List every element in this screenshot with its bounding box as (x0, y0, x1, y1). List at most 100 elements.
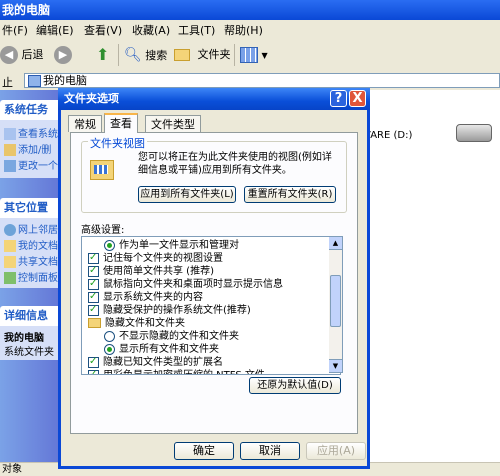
advanced-setting-row[interactable]: 鼠标指向文件夹和桌面项时显示提示信息 (88, 277, 283, 291)
apply-to-all-folders-button[interactable]: 应用到所有文件夹(L) (138, 186, 236, 203)
place-shared-documents[interactable]: 共享文档 (4, 253, 58, 268)
address-label: 止 (2, 76, 13, 89)
back-arrow-icon: ◀ (0, 46, 18, 64)
tab-view[interactable]: 查看 (104, 113, 138, 133)
task-label: 添加/删 (18, 145, 52, 156)
drive-icon[interactable] (456, 124, 492, 142)
advanced-setting-label: 隐藏文件和文件夹 (105, 318, 185, 329)
back-button[interactable]: ◀ 后退 (0, 44, 44, 66)
window-titlebar: 我的电脑 (0, 0, 500, 20)
tab-file-types[interactable]: 文件类型 (145, 115, 201, 132)
advanced-setting-row[interactable]: 记住每个文件夹的视图设置 (88, 251, 223, 265)
menu-bar: 件(F) 编辑(E) 查看(V) 收藏(A) 工具(T) 帮助(H) (0, 20, 500, 39)
scroll-up-icon[interactable]: ▲ (329, 237, 342, 250)
dialog-titlebar: 文件夹选项 ? X (58, 88, 370, 110)
place-label: 我的文档 (18, 241, 58, 252)
advanced-setting-row[interactable]: 隐藏文件和文件夹 (88, 317, 185, 330)
restore-defaults-button[interactable]: 还原为默认值(D) (249, 377, 341, 394)
tab-general[interactable]: 常规 (68, 115, 102, 132)
view-tab-panel: 文件夹视图 您可以将正在为此文件夹使用的视图(例如详细信息或平铺)应用到所有文件… (70, 132, 358, 434)
folder-views-group: 文件夹视图 您可以将正在为此文件夹使用的视图(例如详细信息或平铺)应用到所有文件… (81, 135, 347, 213)
task-label: 更改一个 (18, 161, 58, 172)
system-tasks-header[interactable]: 系统任务 (0, 100, 62, 120)
ok-button[interactable]: 确定 (174, 442, 234, 460)
details-desc: 系统文件夹 (4, 347, 54, 358)
toolbar: ◀ 后退 ▶ ⬆ 🔍︎ 搜索 文件夹 ▼ (0, 38, 500, 73)
advanced-setting-label: 使用简单文件共享 (推荐) (103, 266, 214, 277)
advanced-setting-row[interactable]: 不显示隐藏的文件和文件夹 (104, 330, 239, 343)
task-view-system[interactable]: 查看系统 (4, 125, 58, 140)
close-button[interactable]: X (349, 90, 366, 107)
search-icon: 🔍︎ (124, 47, 142, 63)
advanced-setting-row[interactable]: 显示系统文件夹的内容 (88, 290, 203, 304)
help-button[interactable]: ? (330, 90, 347, 107)
search-button[interactable]: 🔍︎ 搜索 (124, 44, 167, 66)
advanced-setting-row[interactable]: 隐藏受保护的操作系统文件(推荐) (88, 303, 251, 317)
forward-button[interactable]: ▶ (54, 44, 72, 66)
up-button[interactable]: ⬆ (96, 44, 109, 66)
search-label: 搜索 (145, 49, 168, 62)
task-change-setting[interactable]: 更改一个 (4, 157, 58, 172)
add-remove-icon (4, 144, 16, 156)
advanced-settings-list: 作为单一文件显示和管理对记住每个文件夹的视图设置使用简单文件共享 (推荐) 鼠标指… (81, 236, 341, 375)
up-folder-icon: ⬆ (96, 45, 110, 64)
menu-file[interactable]: 件(F) (2, 22, 28, 38)
menu-help[interactable]: 帮助(H) (224, 22, 263, 38)
advanced-setting-label: 鼠标指向文件夹和桌面项时显示提示信息 (103, 279, 283, 290)
apply-button[interactable]: 应用(A) (306, 442, 366, 460)
menu-tools[interactable]: 工具(T) (178, 22, 215, 38)
place-my-documents[interactable]: 我的文档 (4, 237, 58, 252)
menu-favorites[interactable]: 收藏(A) (132, 22, 170, 38)
advanced-setting-row[interactable]: 使用简单文件共享 (推荐) (88, 264, 214, 278)
advanced-setting-row[interactable]: 作为单一文件显示和管理对 (104, 239, 239, 252)
folders-label: 文件夹 (197, 48, 231, 61)
advanced-setting-label: 记住每个文件夹的视图设置 (103, 253, 223, 264)
reset-all-folders-button[interactable]: 重置所有文件夹(R) (244, 186, 336, 203)
other-places-header[interactable]: 其它位置 (0, 198, 62, 218)
advanced-setting-row[interactable]: 隐藏已知文件类型的扩展名 (88, 355, 223, 369)
scroll-thumb[interactable] (330, 275, 341, 327)
menu-view[interactable]: 查看(V) (84, 22, 122, 38)
checkbox-checked-icon[interactable] (88, 251, 99, 264)
checkbox-checked-icon[interactable] (88, 355, 99, 368)
advanced-settings-scrollbar[interactable]: ▲ ▼ (329, 236, 343, 373)
dialog-title: 文件夹选项 (64, 92, 119, 105)
radio-unselected-icon[interactable] (104, 330, 115, 342)
checkbox-checked-icon[interactable] (88, 264, 99, 277)
radio-selected-icon[interactable] (104, 239, 115, 251)
task-add-remove[interactable]: 添加/删 (4, 141, 51, 156)
computer-icon (28, 75, 41, 87)
advanced-setting-row[interactable]: 用彩色显示加密或压缩的 NTFS 文件 (88, 368, 265, 374)
details-header[interactable]: 详细信息 (0, 306, 62, 326)
system-tasks-box: 查看系统 添加/删 更改一个 (0, 120, 62, 178)
checkbox-checked-icon[interactable] (88, 368, 99, 374)
cancel-button[interactable]: 取消 (240, 442, 300, 460)
menu-edit[interactable]: 编辑(E) (36, 22, 74, 38)
advanced-setting-label: 隐藏已知文件类型的扩展名 (103, 357, 223, 368)
checkbox-checked-icon[interactable] (88, 290, 99, 303)
advanced-settings-label: 高级设置: (81, 225, 125, 236)
place-network[interactable]: 网上邻居 (4, 221, 58, 236)
views-button[interactable]: ▼ (240, 44, 268, 66)
drive-label[interactable]: VARE (D:) (364, 130, 412, 141)
radio-selected-icon[interactable] (104, 343, 115, 355)
shared-folder-icon (4, 256, 16, 268)
checkbox-checked-icon[interactable] (88, 277, 99, 290)
advanced-setting-row[interactable]: 显示所有文件和文件夹 (104, 343, 219, 356)
folder-icon (88, 318, 101, 328)
scroll-down-icon[interactable]: ▼ (329, 359, 342, 372)
task-pane: 系统任务 查看系统 添加/删 更改一个 其它位置 网上邻居 我的文档 共享文档 … (0, 90, 62, 475)
network-icon (4, 224, 16, 236)
folder-views-description: 您可以将正在为此文件夹使用的视图(例如详细信息或平铺)应用到所有文件夹。 (138, 152, 332, 176)
checkbox-checked-icon[interactable] (88, 303, 99, 316)
folders-button[interactable]: 文件夹 (174, 44, 231, 66)
documents-folder-icon (4, 240, 16, 252)
folder-options-dialog: 文件夹选项 ? X 常规 查看 文件类型 文件夹视图 您可以将正在为此文件夹使用… (58, 88, 370, 469)
task-label: 查看系统 (18, 129, 58, 140)
place-control-panel[interactable]: 控制面板 (4, 269, 58, 284)
settings-icon (4, 160, 16, 172)
address-field[interactable]: 我的电脑 (24, 73, 500, 88)
folder-icon (174, 49, 190, 61)
window-title: 我的电脑 (2, 3, 51, 17)
place-label: 网上邻居 (18, 225, 58, 236)
